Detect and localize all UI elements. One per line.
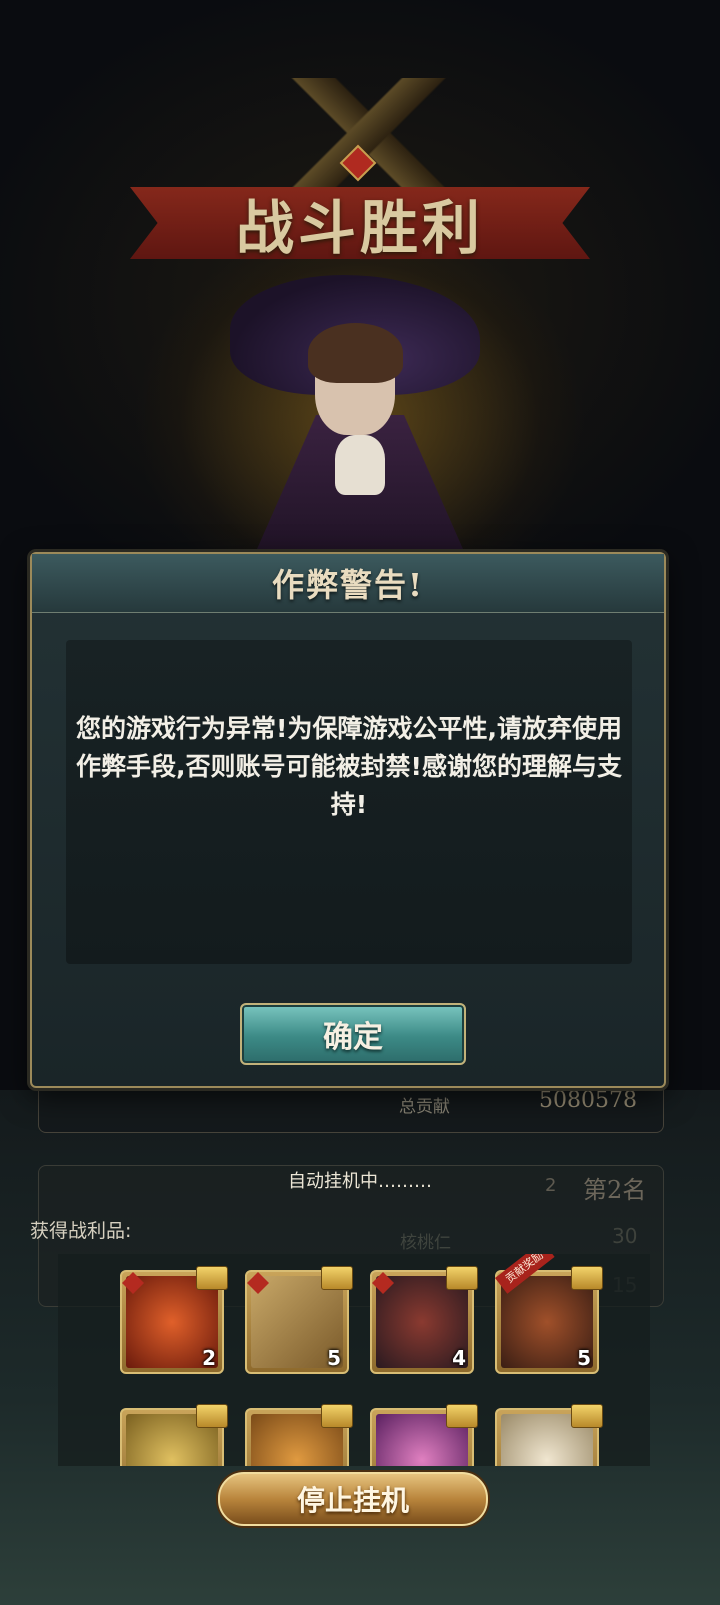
cheat-warning-dialog: 作弊警告! 您的游戏行为异常!为保障游戏公平性,请放弃使用作弊手段,否则账号可能… <box>30 552 666 1088</box>
chest-badge-icon <box>321 1266 353 1290</box>
character-cravat <box>335 435 385 495</box>
loot-item-serpent-spear[interactable]: 5 <box>245 1266 353 1374</box>
item-count: 2 <box>202 1346 216 1370</box>
rank-number: 2 <box>545 1175 557 1196</box>
loot-grid: 2 5 4 贡献奖励 5 <box>58 1254 650 1466</box>
loot-item-gold-pouch[interactable] <box>245 1404 353 1466</box>
loot-item-lava-gauntlet[interactable]: 2 <box>120 1266 228 1374</box>
chest-badge-icon <box>571 1404 603 1428</box>
dialog-body: 您的游戏行为异常!为保障游戏公平性,请放弃使用作弊手段,否则账号可能被封禁!感谢… <box>66 640 632 964</box>
loot-item-flame-claw[interactable]: 贡献奖励 5 <box>495 1254 603 1374</box>
background-reward-label: 核桃仁 <box>400 1233 451 1253</box>
chest-badge-icon <box>446 1266 478 1290</box>
victory-title: 战斗胜利 <box>235 194 484 262</box>
chest-badge-icon <box>196 1404 228 1428</box>
confirm-button[interactable]: 确定 <box>240 1003 466 1065</box>
character-hair <box>308 323 403 383</box>
chest-badge-icon <box>196 1266 228 1290</box>
item-count: 4 <box>452 1346 466 1370</box>
confirm-label: 确定 <box>323 1020 383 1055</box>
stop-auto-battle-label: 停止挂机 <box>296 1484 409 1517</box>
dialog-header: 作弊警告! <box>32 554 664 613</box>
total-contribution-value: 5080578 <box>539 1088 637 1113</box>
rank-label: 第2名 <box>583 1176 647 1204</box>
dialog-title: 作弊警告! <box>271 566 425 604</box>
chest-badge-icon <box>446 1404 478 1428</box>
stop-auto-battle-button[interactable]: 停止挂机 <box>218 1472 488 1526</box>
chest-badge-icon <box>321 1404 353 1428</box>
character-portrait <box>230 275 490 565</box>
loot-item-dark-star-staff[interactable]: 4 <box>370 1266 478 1374</box>
loot-title: 获得战利品: <box>30 1220 132 1242</box>
loot-item-scroll-bundle[interactable] <box>495 1404 603 1466</box>
loot-item-crystal-orb[interactable] <box>370 1404 478 1466</box>
item-count: 5 <box>577 1346 591 1370</box>
total-contribution-label: 总贡献 <box>399 1097 450 1117</box>
background-reward-value-1: 30 <box>612 1224 638 1248</box>
item-count: 5 <box>327 1346 341 1370</box>
contribution-panel: 总贡献 5080578 <box>38 1082 664 1133</box>
chest-badge-icon <box>571 1266 603 1290</box>
dialog-message: 您的游戏行为异常!为保障游戏公平性,请放弃使用作弊手段,否则账号可能被封禁!感谢… <box>76 714 622 819</box>
victory-banner: 战斗胜利 <box>130 187 590 262</box>
loot-item-star-medal[interactable] <box>120 1404 228 1466</box>
